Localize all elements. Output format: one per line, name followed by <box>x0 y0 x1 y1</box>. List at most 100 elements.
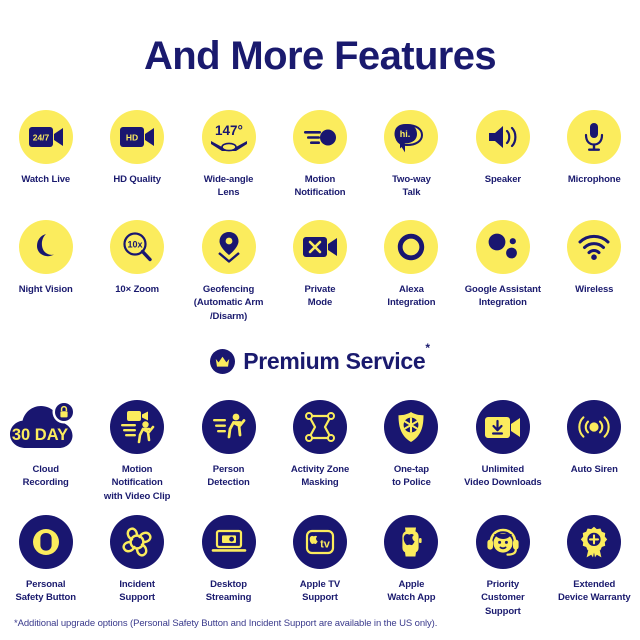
feature-item-wide-angle-lens[interactable]: 147° Wide-angle Lens <box>183 110 274 200</box>
feature-label: Extended Device Warranty <box>557 579 631 604</box>
feature-label: Cloud Recording <box>22 464 69 489</box>
feature-item-cloud-recording[interactable]: 30 DAY Cloud Recording <box>0 400 91 503</box>
feature-item-night-vision[interactable]: Night Vision <box>0 220 91 323</box>
video-download-icon <box>475 400 530 454</box>
svg-text:10x: 10x <box>128 240 143 250</box>
feature-item-watch-live[interactable]: 24/7 Watch Live <box>0 110 91 200</box>
apple-tv-icon: tv <box>292 515 347 569</box>
feature-label: Person Detection <box>207 464 250 489</box>
feature-item-apple-watch-app[interactable]: Apple Watch App <box>366 515 457 618</box>
svg-text:hi.: hi. <box>400 129 411 139</box>
google-assistant-dots-icon <box>475 220 530 274</box>
headset-support-icon <box>475 515 530 569</box>
feature-item-microphone[interactable]: Microphone <box>549 110 640 200</box>
feature-label: Wide-angle Lens <box>203 174 254 199</box>
feature-item-priority-customer-support[interactable]: Priority Customer Support <box>457 515 548 618</box>
cloud-lock-icon: 30 DAY <box>9 400 76 454</box>
feature-item-hd-quality[interactable]: HD HD Quality <box>91 110 182 200</box>
footnote: *Additional upgrade options (Personal Sa… <box>14 618 438 629</box>
premium-service-title: Premium Service* <box>243 341 430 375</box>
feature-item-motion-notification[interactable]: Motion Notification <box>274 110 365 200</box>
svg-text:147°: 147° <box>215 123 243 138</box>
feature-label: One-tap to Police <box>392 464 431 489</box>
feature-label: Watch Live <box>21 174 71 185</box>
feature-label: Apple Watch App <box>387 579 436 604</box>
feature-item-private-mode[interactable]: Private Mode <box>274 220 365 323</box>
camera-hd-icon: HD <box>110 110 165 164</box>
feature-item-desktop-streaming[interactable]: Desktop Streaming <box>183 515 274 618</box>
feature-label: Incident Support <box>119 579 155 604</box>
two-way-talk-icon: hi. <box>384 110 439 164</box>
svg-text:24/7: 24/7 <box>32 133 49 143</box>
magnifier-zoom-icon: 10x <box>110 220 165 274</box>
feature-item-speaker[interactable]: Speaker <box>457 110 548 200</box>
feature-item-auto-siren[interactable]: Auto Siren <box>549 400 640 503</box>
siren-icon <box>567 400 622 454</box>
feature-item-person-detection[interactable]: Person Detection <box>183 400 274 503</box>
feature-item-apple-tv-support[interactable]: tv Apple TV Support <box>274 515 365 618</box>
feature-item-extended-device-warranty[interactable]: Extended Device Warranty <box>549 515 640 618</box>
speaker-icon <box>475 110 530 164</box>
feature-item-alexa-integration[interactable]: Alexa Integration <box>366 220 457 323</box>
feature-label: Wireless <box>575 284 614 295</box>
police-badge-icon <box>384 400 439 454</box>
feature-label: Two-way Talk <box>392 174 431 199</box>
feature-item-10x-zoom[interactable]: 10x 10× Zoom <box>91 220 182 323</box>
feature-label: HD Quality <box>113 174 161 185</box>
feature-item-incident-support[interactable]: Incident Support <box>91 515 182 618</box>
motion-notification-icon <box>292 110 347 164</box>
feature-label: Microphone <box>567 174 621 185</box>
person-running-icon <box>201 400 256 454</box>
feature-label: Activity Zone Masking <box>290 464 350 489</box>
svg-text:30 DAY: 30 DAY <box>12 426 68 444</box>
feature-label: Private Mode <box>304 284 336 309</box>
feature-item-one-tap-to-police[interactable]: One-tap to Police <box>366 400 457 503</box>
wifi-icon <box>567 220 622 274</box>
feature-grid-row-1: 24/7 Watch Live HD HD Quality 147° Wide-… <box>0 110 640 200</box>
feature-item-motion-video-clip[interactable]: Motion Notification with Video Clip <box>91 400 182 503</box>
page-title: And More Features <box>143 34 497 78</box>
feature-label: Apple TV Support <box>299 579 341 604</box>
feature-label: Unlimited Video Downloads <box>464 464 542 489</box>
moon-icon <box>18 220 73 274</box>
features-page: And More Features 24/7 Watch Live HD HD … <box>0 0 640 640</box>
feature-item-two-way-talk[interactable]: hi. Two-way Talk <box>366 110 457 200</box>
motion-video-clip-icon <box>110 400 165 454</box>
incident-support-icon <box>110 515 165 569</box>
feature-label: Alexa Integration <box>387 284 436 309</box>
feature-label: Personal Safety Button <box>15 579 76 604</box>
feature-label: Auto Siren <box>570 464 618 475</box>
microphone-icon <box>567 110 622 164</box>
premium-grid-row-1: 30 DAY Cloud Recording Motion Notificati… <box>0 400 640 503</box>
feature-label: Motion Notification <box>294 174 346 199</box>
warranty-ribbon-icon <box>567 515 622 569</box>
alexa-ring-icon <box>384 220 439 274</box>
feature-item-activity-zone-masking[interactable]: Activity Zone Masking <box>274 400 365 503</box>
feature-item-google-assistant[interactable]: Google Assistant Integration <box>457 220 548 323</box>
feature-label: 10× Zoom <box>115 284 160 295</box>
svg-text:tv: tv <box>320 539 331 551</box>
feature-item-unlimited-video-downloads[interactable]: Unlimited Video Downloads <box>457 400 548 503</box>
premium-grid-row-2: Personal Safety Button Incident Support <box>0 515 640 618</box>
camera-247-icon: 24/7 <box>18 110 73 164</box>
feature-item-personal-safety-button[interactable]: Personal Safety Button <box>0 515 91 618</box>
feature-label: Speaker <box>484 174 521 185</box>
safety-button-icon <box>18 515 73 569</box>
feature-item-geofencing[interactable]: Geofencing (Automatic Arm /Disarm) <box>183 220 274 323</box>
activity-zone-icon <box>292 400 347 454</box>
camera-off-icon <box>292 220 347 274</box>
feature-label: Motion Notification with Video Clip <box>103 464 171 502</box>
feature-label: Desktop Streaming <box>205 579 252 604</box>
premium-asterisk: * <box>425 341 430 356</box>
wide-angle-lens-icon: 147° <box>201 110 256 164</box>
apple-watch-icon <box>384 515 439 569</box>
svg-text:HD: HD <box>126 133 138 143</box>
feature-label: Geofencing (Automatic Arm /Disarm) <box>193 284 264 322</box>
crown-icon <box>210 349 236 374</box>
laptop-streaming-icon <box>201 515 256 569</box>
feature-grid-row-2: Night Vision 10x 10× Zoom Geofencing (Au… <box>0 220 640 323</box>
premium-service-heading: Premium Service* <box>0 341 640 375</box>
premium-title-text: Premium Service <box>243 348 426 374</box>
map-pin-geofence-icon <box>201 220 256 274</box>
feature-item-wireless[interactable]: Wireless <box>549 220 640 323</box>
